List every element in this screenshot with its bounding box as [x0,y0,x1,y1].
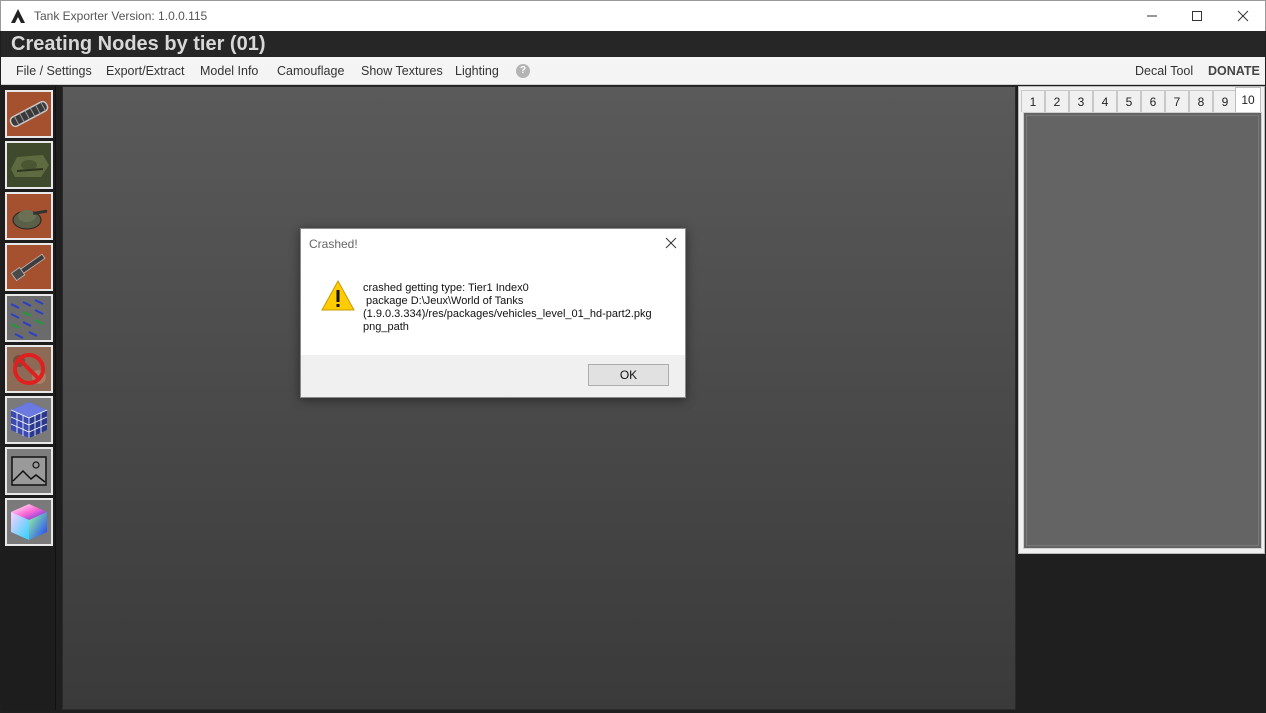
menu-bar: File / Settings Export/Extract Model Inf… [1,57,1265,85]
menu-export-extract[interactable]: Export/Extract [106,64,185,78]
tier-tab-10[interactable]: 10 [1235,87,1261,113]
close-button[interactable] [1220,1,1266,31]
wireframe-icon [7,296,51,340]
tier-tab-7[interactable]: 7 [1165,90,1189,112]
close-icon [1237,10,1249,22]
tool-wireframe-button[interactable] [5,294,53,342]
dialog-message: crashed getting type: Tier1 Index0 packa… [363,282,678,334]
message-line: crashed getting type: Tier1 Index0 [363,282,529,294]
maximize-icon [1192,11,1202,21]
tool-tracks-button[interactable] [5,90,53,138]
tier-tab-1[interactable]: 1 [1021,90,1045,112]
tool-gun-button[interactable] [5,243,53,291]
menu-lighting[interactable]: Lighting [455,64,499,78]
3d-viewport[interactable] [62,86,1016,710]
turret-icon [7,194,51,238]
tier-tab-2[interactable]: 2 [1045,90,1069,112]
menu-decal-tool[interactable]: Decal Tool [1135,64,1193,78]
tier-tab-6[interactable]: 6 [1141,90,1165,112]
dialog-title: Crashed! [309,237,358,251]
app-logo-icon [11,9,25,23]
tool-color-cube-button[interactable] [5,498,53,546]
menu-camouflage[interactable]: Camouflage [277,64,344,78]
maximize-button[interactable] [1174,1,1220,31]
minimize-button[interactable] [1129,1,1175,31]
message-line: (1.9.0.3.334)/res/packages/vehicles_leve… [363,308,652,320]
color-cube-icon [7,500,51,544]
no-camo-icon [7,347,51,391]
info-area [1018,555,1265,710]
minimize-icon [1147,15,1157,17]
status-header: Creating Nodes by tier (01) [1,31,1265,57]
tier-tab-9[interactable]: 9 [1213,90,1237,112]
tier-panel: 1 2 3 4 5 6 7 8 9 10 [1018,86,1265,554]
window-titlebar[interactable]: Tank Exporter Version: 1.0.0.115 [0,0,1266,31]
menu-file-settings[interactable]: File / Settings [16,64,92,78]
tier-tab-5[interactable]: 5 [1117,90,1141,112]
crash-dialog: Crashed! crashed getting type: Tier1 Ind… [300,228,686,398]
tier-tab-content [1023,112,1262,549]
donate-link[interactable]: DONATE [1208,64,1260,78]
menu-show-textures[interactable]: Show Textures [361,64,443,78]
tool-cube-grid-button[interactable] [5,396,53,444]
window-title: Tank Exporter Version: 1.0.0.115 [34,9,208,23]
tank-list-area[interactable] [1026,115,1259,546]
hull-icon [7,143,51,187]
message-line: package D:\Jeux\World of Tanks [363,295,524,307]
menu-model-info[interactable]: Model Info [200,64,258,78]
image-icon [7,449,51,493]
close-icon[interactable] [663,235,679,251]
tier-tab-4[interactable]: 4 [1093,90,1117,112]
gun-icon [7,245,51,289]
tracks-icon [7,92,51,136]
warning-icon [321,279,355,311]
left-toolbar [1,86,56,710]
message-line: png_path [363,321,409,333]
tool-hull-button[interactable] [5,141,53,189]
tier-tab-8[interactable]: 8 [1189,90,1213,112]
page-title: Creating Nodes by tier (01) [11,33,266,55]
dialog-footer: OK [301,355,685,397]
help-icon[interactable]: ? [516,64,530,78]
ok-button[interactable]: OK [588,364,669,386]
tool-turret-button[interactable] [5,192,53,240]
cube-grid-icon [7,398,51,442]
tool-no-camo-button[interactable] [5,345,53,393]
tier-tab-3[interactable]: 3 [1069,90,1093,112]
tool-image-button[interactable] [5,447,53,495]
